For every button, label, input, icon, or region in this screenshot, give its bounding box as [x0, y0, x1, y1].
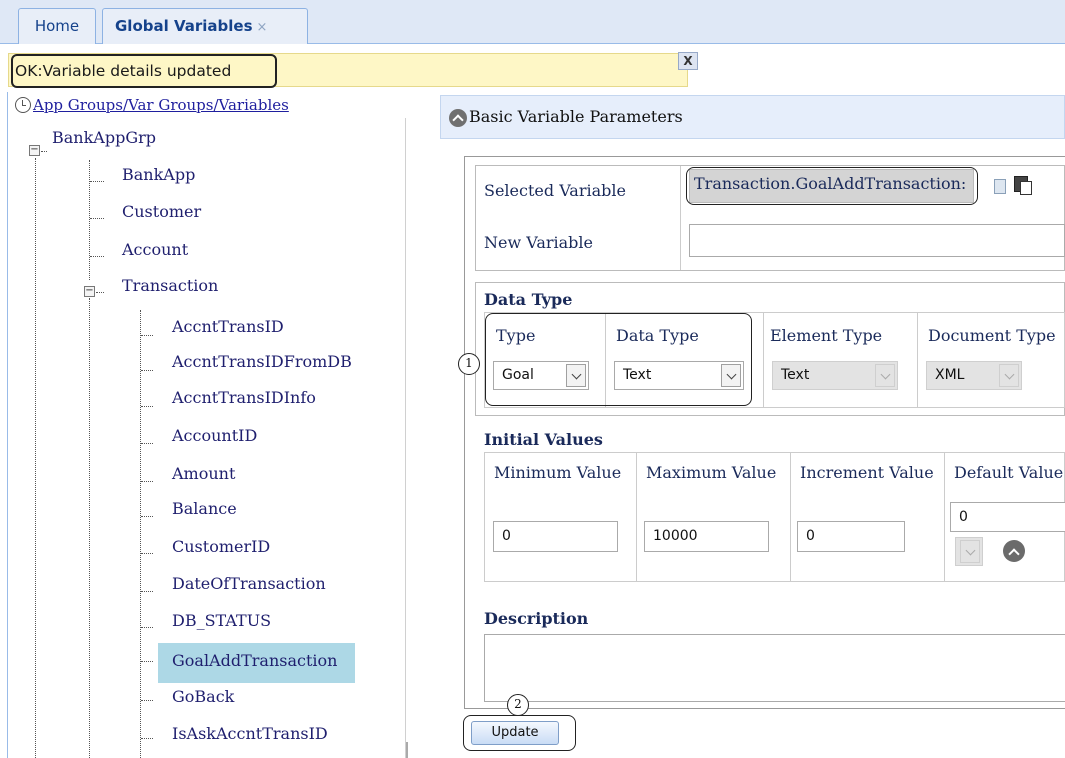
callout-highlight — [485, 313, 752, 406]
min-value-label: Minimum Value — [494, 463, 622, 482]
tab-home[interactable]: Home — [18, 8, 96, 44]
paste-icon[interactable] — [1014, 176, 1032, 195]
default-value-input[interactable]: 0 — [950, 502, 1065, 532]
tree-node-variable[interactable]: DB_STATUS — [172, 605, 271, 637]
callout-highlight — [686, 167, 978, 205]
default-value-select — [955, 537, 983, 566]
min-value-input[interactable]: 0 — [493, 521, 618, 552]
tree-root[interactable]: App Groups/Var Groups/Variables — [15, 96, 289, 114]
new-variable-input[interactable] — [689, 224, 1065, 257]
tree-node-account[interactable]: Account — [122, 234, 188, 266]
document-icon[interactable] — [994, 179, 1006, 194]
splitter-handle[interactable] — [406, 742, 408, 758]
tree-node-customer[interactable]: Customer — [122, 196, 201, 228]
tree-node-variable[interactable]: CustomerID — [172, 531, 270, 563]
callout-number: 1 — [458, 353, 480, 375]
increment-value-input[interactable]: 0 — [797, 521, 905, 552]
tree-splitter-line — [405, 118, 406, 758]
panel-title: Basic Variable Parameters — [469, 107, 683, 126]
default-value-label: Default Value — [954, 463, 1064, 482]
collapse-icon[interactable]: − — [84, 286, 95, 297]
tree-node-variable[interactable]: IsAskAccntTransID — [172, 718, 328, 750]
tree-node-bankapp[interactable]: BankApp — [122, 159, 195, 191]
collapse-icon[interactable]: − — [29, 145, 40, 156]
tree-node-variable[interactable]: GoBack — [172, 681, 234, 713]
tree-root-label[interactable]: App Groups/Var Groups/Variables — [33, 96, 289, 114]
left-border — [7, 92, 8, 758]
panel-header: Basic Variable Parameters — [440, 95, 1065, 139]
description-textarea[interactable] — [484, 634, 1065, 702]
tab-home-label: Home — [34, 17, 80, 35]
status-message: OK:Variable details updated — [11, 54, 277, 88]
tree-node-selected[interactable]: GoalAddTransaction — [158, 643, 356, 683]
document-type-select: XML — [926, 361, 1022, 390]
chevron-down-icon — [999, 364, 1019, 387]
tree-node-bankappgrp[interactable]: BankAppGrp — [52, 122, 156, 154]
document-type-label: Document Type — [928, 326, 1056, 345]
tree-node-variable[interactable]: AccntTransIDInfo — [172, 382, 316, 414]
tree-node-variable[interactable]: AccountID — [172, 420, 257, 452]
element-type-select: Text — [772, 361, 898, 390]
tree-node-variable[interactable]: AccntTransID — [172, 311, 284, 343]
data-type-section-title: Data Type — [484, 290, 573, 309]
status-bar: OK:Variable details updated — [8, 53, 688, 88]
tab-bar: Home Global Variables × — [0, 0, 1065, 44]
new-variable-label: New Variable — [484, 233, 594, 252]
close-status-button[interactable]: X — [678, 52, 698, 70]
element-type-label: Element Type — [770, 326, 883, 345]
increment-value-label: Increment Value — [800, 463, 934, 482]
tree-node-variable[interactable]: AccntTransIDFromDB — [172, 346, 352, 378]
selected-variable-label: Selected Variable — [484, 181, 626, 200]
tree-node-variable[interactable]: DateOfTransaction — [172, 568, 326, 600]
tree-node-variable[interactable]: Amount — [172, 458, 235, 490]
tree-node-transaction[interactable]: Transaction — [122, 270, 218, 302]
description-section-title: Description — [484, 609, 589, 628]
max-value-input[interactable]: 10000 — [644, 521, 769, 552]
callout-highlight — [463, 715, 576, 751]
initial-values-section-title: Initial Values — [484, 430, 603, 449]
collapse-panel-icon[interactable] — [449, 109, 467, 127]
max-value-label: Maximum Value — [646, 463, 777, 482]
chevron-down-icon — [875, 364, 895, 387]
callout-number: 2 — [507, 694, 529, 716]
chevron-down-icon — [960, 540, 980, 563]
refresh-icon[interactable] — [15, 97, 31, 113]
tab-global-variables-label: Global Variables — [115, 17, 253, 35]
tree-node-variable[interactable]: Balance — [172, 493, 237, 525]
tab-close-icon[interactable]: × — [257, 20, 268, 35]
tab-global-variables[interactable]: Global Variables × — [102, 8, 308, 44]
